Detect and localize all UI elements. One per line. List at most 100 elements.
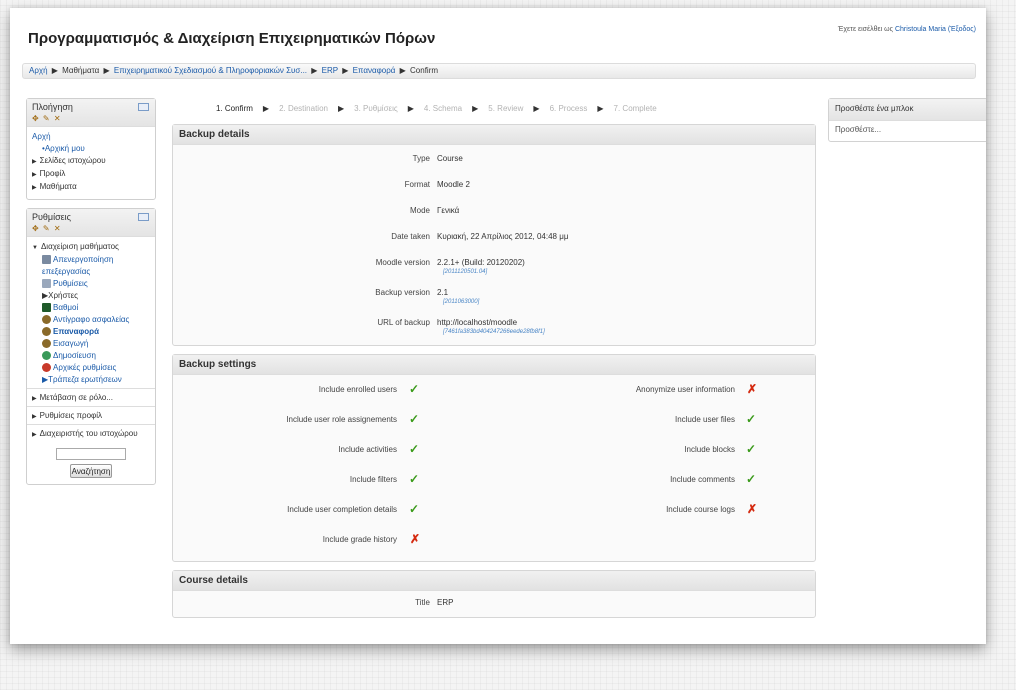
setting-label[interactable]: Δημοσίευση: [53, 351, 96, 360]
detail-subvalue: [2011120501.04]: [443, 269, 488, 275]
setting-label[interactable]: Επαναφορά: [53, 327, 99, 336]
setting-backup[interactable]: Αντίγραφο ασφαλείας: [32, 314, 150, 326]
navigation-block-title: Πλοήγηση: [32, 102, 73, 112]
stage-arrow-icon: ▶: [407, 104, 414, 113]
course-admin-section[interactable]: ▼ Διαχείριση μαθήματος: [32, 241, 150, 254]
login-user-link[interactable]: Christoula Maria (Έξοδος): [895, 26, 976, 33]
nav-item-profile[interactable]: ▶ Προφίλ: [32, 168, 150, 181]
collapse-arrow-icon: ▼: [32, 245, 38, 251]
switch-role[interactable]: ▶ Μετάβαση σε ρόλο...: [27, 388, 155, 406]
expand-arrow-icon: ▶: [32, 396, 37, 402]
breadcrumb-courses[interactable]: Μαθήματα: [62, 66, 99, 75]
setting-settings[interactable]: Ρυθμίσεις: [32, 278, 150, 290]
site-title: Προγραμματισμός & Διαχείριση Επιχειρηματ…: [28, 30, 436, 47]
publish-icon: [42, 351, 51, 361]
setting-label[interactable]: Ρυθμίσεις: [53, 279, 88, 288]
setting-label[interactable]: Εισαγωγή: [53, 339, 88, 348]
nav-item-site-pages[interactable]: ▶ Σελίδες ιστοχώρου: [32, 155, 150, 168]
setting-question-bank[interactable]: ▶Τράπεζα ερωτήσεων: [32, 374, 150, 386]
setting-import[interactable]: Εισαγωγή: [32, 338, 150, 350]
detail-value: Course: [437, 154, 463, 163]
backup-details-title: Backup details: [173, 125, 815, 145]
breadcrumb-category[interactable]: Επιχειρηματικού Σχεδιασμού & Πληροφοριακ…: [114, 66, 307, 75]
detail-value: Κυριακή, 22 Απρίλιος 2012, 04:48 μμ: [437, 232, 569, 241]
detail-row-backup-version: Backup version 2.1 [2011063000]: [173, 281, 815, 311]
setting-label[interactable]: Απενεργοποίηση επεξεργασίας: [42, 255, 113, 276]
restore-icon: [42, 327, 51, 337]
check-icon: ✓: [746, 472, 757, 486]
settings-search-button[interactable]: Αναζήτηση: [70, 464, 112, 478]
site-admin[interactable]: ▶ Διαχειριστής του ιστοχώρου: [27, 424, 155, 442]
stage-arrow-icon: ▶: [597, 104, 604, 113]
breadcrumb-separator: ▶: [311, 66, 318, 75]
breadcrumb-restore[interactable]: Επαναφορά: [353, 66, 396, 75]
editing-icon: [42, 255, 51, 265]
breadcrumb-course[interactable]: ERP: [322, 66, 338, 75]
cross-icon: ✗: [747, 382, 758, 396]
backup-settings-panel: Backup settings Include enrolled users ✓…: [172, 354, 816, 562]
profile-settings[interactable]: ▶ Ρυθμίσεις προφίλ: [27, 406, 155, 424]
navigation-block-header: Πλοήγηση ✥ ✎ ✕: [27, 99, 155, 127]
dock-icon[interactable]: [138, 103, 149, 111]
expand-arrow-icon: ▶: [32, 432, 37, 438]
setting-label[interactable]: Αρχικές ρυθμίσεις: [53, 363, 116, 372]
backup-details-panel: Backup details Type Course Format Moodle…: [172, 124, 816, 346]
setting-label[interactable]: Τράπεζα ερωτήσεων: [48, 375, 122, 384]
setting-publish[interactable]: Δημοσίευση: [32, 350, 150, 362]
settings-block: Ρυθμίσεις ✥ ✎ ✕ ▼ Διαχείριση μαθήματος Απ…: [26, 208, 156, 485]
detail-label: Mode: [409, 206, 430, 215]
login-info: Έχετε εισέλθει ως Christoula Maria (Έξοδ…: [838, 26, 976, 33]
import-icon: [42, 339, 51, 349]
nav-item-my-home[interactable]: •Αρχική μου: [32, 143, 150, 155]
stage-arrow-icon: ▶: [262, 104, 270, 113]
course-details-panel: Course details Title ERP: [172, 570, 816, 618]
setting-include-course-logs: Include course logs: [666, 505, 735, 514]
course-details-title: Course details: [173, 571, 815, 591]
nav-home-link[interactable]: Αρχή: [32, 132, 51, 141]
block-tools-icon[interactable]: ✥ ✎ ✕: [32, 114, 62, 123]
stage-destination: 2. Destination: [279, 104, 328, 113]
detail-label: URL of backup: [377, 318, 430, 327]
breadcrumb: Αρχή ▶ Μαθήματα ▶ Επιχειρηματικού Σχεδια…: [22, 63, 976, 79]
dock-icon[interactable]: [138, 213, 149, 221]
breadcrumb-home[interactable]: Αρχή: [29, 66, 48, 75]
setting-label[interactable]: Βαθμοί: [53, 303, 78, 312]
check-icon: ✓: [746, 442, 757, 456]
detail-subvalue: [7461fa383bd404247266eede28fb8f1]: [443, 329, 545, 335]
check-icon: ✓: [409, 382, 420, 396]
main-content: 1. Confirm ▶ 2. Destination ▶ 3. Ρυθμίσεις ▶ 4…: [172, 104, 816, 626]
page-header: Προγραμματισμός & Διαχείριση Επιχειρηματ…: [28, 26, 978, 54]
detail-row-url-of-backup: URL of backup http://localhost/moodle [7…: [173, 311, 815, 341]
setting-restore[interactable]: Επαναφορά: [32, 326, 150, 338]
stage-confirm: 1. Confirm: [216, 104, 253, 113]
setting-grades[interactable]: Βαθμοί: [32, 302, 150, 314]
stage-arrow-icon: ▶: [472, 104, 479, 113]
setting-include-activities: Include activities: [338, 445, 397, 454]
course-detail-label: Title: [415, 598, 430, 607]
stage-arrow-icon: ▶: [337, 104, 345, 113]
setting-label[interactable]: Αντίγραφο ασφαλείας: [53, 315, 129, 324]
settings-search-input[interactable]: [56, 448, 126, 460]
setting-reset[interactable]: Αρχικές ρυθμίσεις: [32, 362, 150, 374]
block-tools-icon[interactable]: ✥ ✎ ✕: [32, 224, 62, 233]
detail-label: Date taken: [391, 232, 430, 241]
nav-item-label[interactable]: Αρχική μου: [45, 144, 85, 153]
detail-value: http://localhost/moodle: [437, 318, 518, 327]
settings-icon: [42, 279, 51, 289]
setting-turn-editing-off[interactable]: Απενεργοποίηση επεξεργασίας: [32, 254, 150, 278]
detail-label: Moodle version: [375, 258, 430, 267]
nav-item-courses[interactable]: ▶ Μαθήματα: [32, 181, 150, 194]
setting-include-comments: Include comments: [670, 475, 735, 484]
stage-process: 6. Process: [549, 104, 588, 113]
restore-stages: 1. Confirm ▶ 2. Destination ▶ 3. Ρυθμίσεις ▶ 4…: [172, 104, 816, 124]
detail-row-mode: Mode Γενικά: [173, 199, 815, 225]
setting-users[interactable]: ▶Χρήστες: [32, 290, 150, 302]
breadcrumb-separator: ▶: [342, 66, 349, 75]
nav-item-label: Σελίδες ιστοχώρου: [39, 156, 106, 165]
detail-label: Format: [404, 180, 430, 189]
detail-row-format: Format Moodle 2: [173, 173, 815, 199]
expand-arrow-icon: ▶: [32, 159, 37, 165]
settings-block-header: Ρυθμίσεις ✥ ✎ ✕: [27, 209, 155, 237]
stage-arrow-icon: ▶: [533, 104, 540, 113]
add-block-select[interactable]: Προσθέστε...: [829, 121, 986, 141]
